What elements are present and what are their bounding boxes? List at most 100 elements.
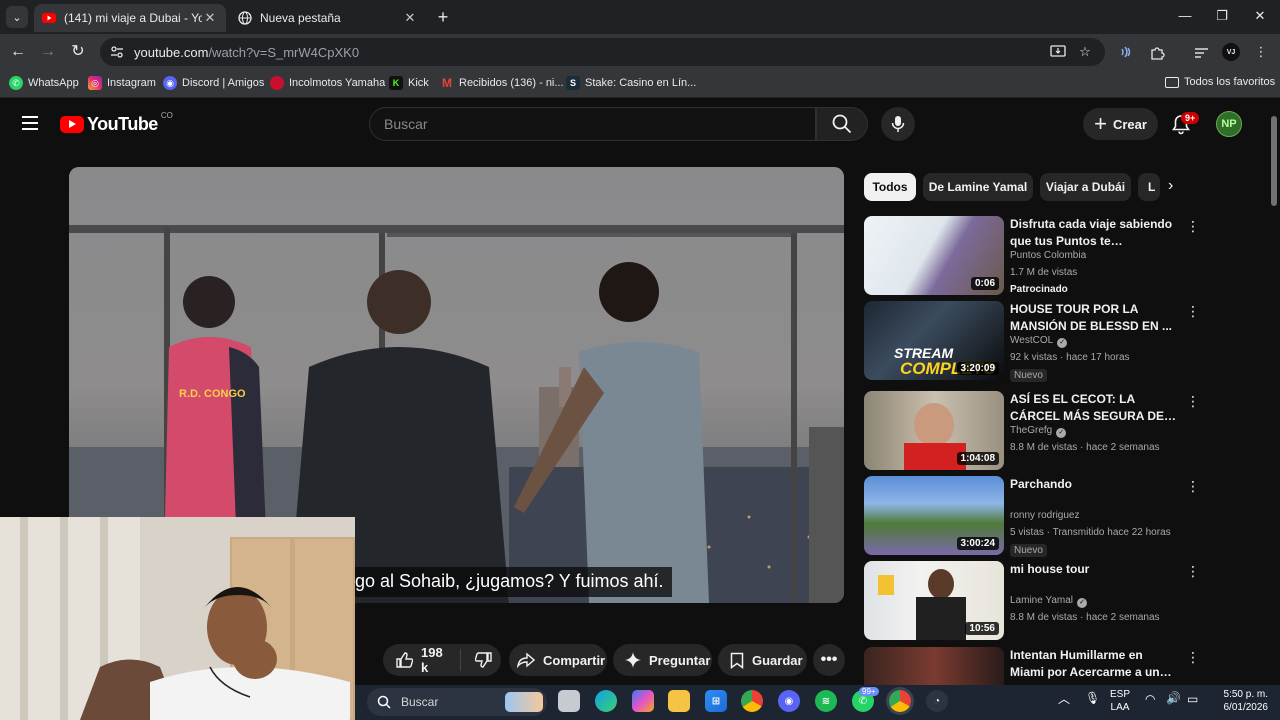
share-button[interactable]: Compartir — [509, 644, 607, 676]
bookmark-icon — [730, 652, 744, 669]
taskbar-search[interactable]: Buscar — [367, 688, 547, 716]
chip-all[interactable]: Todos — [864, 173, 916, 201]
video-thumbnail[interactable] — [864, 647, 1004, 685]
recommendation-item[interactable]: 0:06 Disfruta cada viaje sabiendo que tu… — [864, 216, 1268, 296]
video-thumbnail[interactable]: 0:06 — [864, 216, 1004, 295]
video-thumbnail[interactable]: STREAM COMPLETO 3:20:09 — [864, 301, 1004, 380]
video-title[interactable]: mi house tour — [1010, 561, 1180, 578]
tray-overflow-chevron-icon[interactable]: ︿ — [1058, 693, 1070, 706]
kebab-menu-icon[interactable]: ⋮ — [1186, 218, 1200, 234]
recommendation-item[interactable]: Intentan Humillarme en Miami por Acercar… — [864, 647, 1268, 685]
dislike-icon[interactable] — [475, 651, 493, 669]
recommendation-item[interactable]: STREAM COMPLETO 3:20:09 HOUSE TOUR POR L… — [864, 301, 1268, 382]
account-avatar[interactable]: NP — [1216, 111, 1242, 137]
wifi-icon[interactable]: ◠ — [1145, 693, 1155, 706]
channel-name[interactable]: Lamine Yamal ✓ — [1010, 595, 1087, 608]
channel-name[interactable]: TheGrefg ✓ — [1010, 425, 1067, 438]
tab-close-icon[interactable]: ✕ — [402, 10, 418, 26]
install-app-icon[interactable] — [1049, 43, 1067, 61]
chrome-active-icon[interactable] — [889, 690, 911, 712]
close-window-icon[interactable]: ✕ — [1250, 8, 1270, 24]
recommendation-item[interactable]: 3:00:24 Parchando ronny rodriguez 5 vist… — [864, 476, 1268, 557]
folder-icon — [1165, 76, 1179, 88]
task-view-icon[interactable] — [558, 690, 580, 712]
tab-search-button[interactable]: ⌄ — [6, 6, 28, 28]
bookmark-kick[interactable]: K Kick — [389, 76, 429, 90]
chip-viajar-dubai[interactable]: Viajar a Dubái — [1040, 173, 1131, 201]
tab-close-icon[interactable]: ✕ — [202, 10, 218, 26]
microphone-tray-icon[interactable]: 🎙 — [1085, 692, 1100, 705]
tab-youtube[interactable]: (141) mi viaje a Dubai - YouTube ✕ — [34, 4, 226, 32]
chip-more[interactable]: L — [1138, 173, 1160, 201]
volume-icon[interactable]: 🔊 — [1166, 692, 1181, 705]
bookmark-gmail[interactable]: M Recibidos (136) - ni... — [440, 76, 564, 90]
bookmark-instagram[interactable]: ◎ Instagram — [88, 76, 156, 90]
thumbnail-trophy — [878, 575, 894, 595]
video-title[interactable]: Disfruta cada viaje sabiendo que tus Pun… — [1010, 216, 1180, 250]
back-icon[interactable]: ← — [8, 42, 28, 62]
all-bookmarks-folder[interactable]: Todos los favoritos — [1165, 76, 1275, 88]
search-button[interactable] — [816, 107, 868, 141]
like-count[interactable]: 198 k — [421, 645, 450, 675]
forward-icon[interactable]: → — [38, 42, 58, 62]
new-tab-button[interactable]: + — [434, 8, 452, 26]
create-button[interactable]: + Crear — [1083, 108, 1158, 140]
chip-lamine-yamal[interactable]: De Lamine Yamal — [923, 173, 1033, 201]
menu-hamburger-icon[interactable] — [22, 116, 38, 130]
channel-name[interactable]: WestCOL ✓ — [1010, 335, 1068, 348]
like-icon[interactable] — [395, 651, 413, 669]
chips-next-chevron-icon[interactable]: › — [1168, 177, 1173, 195]
copilot-icon[interactable] — [632, 690, 654, 712]
edge-icon[interactable] — [595, 690, 617, 712]
kebab-menu-icon[interactable]: ⋮ — [1186, 303, 1200, 319]
bookmark-stake[interactable]: S Stake: Casino en Lín... — [566, 76, 696, 90]
battery-icon[interactable]: ▭ — [1187, 693, 1198, 706]
obs-icon[interactable]: ◔ — [926, 690, 948, 712]
chrome-icon[interactable] — [741, 690, 763, 712]
profile-avatar[interactable]: VJ — [1222, 43, 1240, 61]
reload-icon[interactable]: ↻ — [68, 42, 88, 62]
channel-name[interactable]: ronny rodriguez — [1010, 510, 1079, 521]
bookmark-incolmotos[interactable]: Incolmotos Yamaha — [270, 76, 385, 90]
video-thumbnail[interactable]: 3:00:24 — [864, 476, 1004, 555]
video-title[interactable]: Intentan Humillarme en Miami por Acercar… — [1010, 647, 1180, 681]
restore-icon[interactable]: ❐ — [1212, 8, 1232, 24]
bookmark-whatsapp[interactable]: ✆ WhatsApp — [9, 76, 79, 90]
youtube-logo[interactable]: YouTube CO — [60, 111, 173, 135]
voice-search-button[interactable] — [881, 107, 915, 141]
clock[interactable]: 5:50 p. m. 6/01/2026 — [1213, 688, 1269, 714]
spotify-icon[interactable]: ≋ — [815, 690, 837, 712]
minimize-icon[interactable]: — — [1175, 8, 1195, 23]
extension-audio-icon[interactable] — [1117, 43, 1135, 61]
recommendation-item[interactable]: 10:56 mi house tour Lamine Yamal ✓ 8.8 M … — [864, 561, 1268, 641]
file-explorer-icon[interactable] — [668, 690, 690, 712]
video-thumbnail[interactable]: 1:04:08 — [864, 391, 1004, 470]
extensions-puzzle-icon[interactable] — [1148, 43, 1166, 61]
video-title[interactable]: Parchando — [1010, 476, 1180, 493]
tab-new[interactable]: Nueva pestaña ✕ — [230, 4, 426, 32]
bookmark-discord[interactable]: ◉ Discord | Amigos — [163, 76, 264, 90]
save-button[interactable]: Guardar — [718, 644, 807, 676]
address-bar[interactable]: youtube.com/watch?v=S_mrW4CpXK0 — [100, 38, 1105, 66]
ask-button[interactable]: Preguntar — [613, 644, 712, 676]
bookmark-star-icon[interactable]: ☆ — [1076, 43, 1094, 61]
video-title[interactable]: ASÍ ES EL CECOT: LA CÁRCEL MÁS SEGURA DE… — [1010, 391, 1180, 425]
more-actions-icon[interactable]: ••• — [813, 644, 845, 676]
kebab-menu-icon[interactable]: ⋮ — [1186, 393, 1200, 409]
video-title[interactable]: HOUSE TOUR POR LA MANSIÓN DE BLESSD EN .… — [1010, 301, 1180, 335]
tab-title: (141) mi viaje a Dubai - YouTube — [64, 11, 202, 25]
language-indicator[interactable]: ESP LAA — [1110, 688, 1130, 714]
discord-icon[interactable]: ◉ — [778, 690, 800, 712]
page-scrollbar-thumb[interactable] — [1271, 116, 1277, 206]
video-thumbnail[interactable]: 10:56 — [864, 561, 1004, 640]
channel-name[interactable]: Puntos Colombia — [1010, 250, 1086, 261]
recommendation-item[interactable]: 1:04:08 ASÍ ES EL CECOT: LA CÁRCEL MÁS S… — [864, 391, 1268, 471]
kebab-menu-icon[interactable]: ⋮ — [1186, 649, 1200, 665]
search-input[interactable]: Buscar — [369, 107, 816, 141]
reading-list-icon[interactable] — [1192, 43, 1210, 61]
browser-menu-icon[interactable]: ⋮ — [1252, 43, 1270, 61]
kebab-menu-icon[interactable]: ⋮ — [1186, 478, 1200, 494]
microsoft-store-icon[interactable]: ⊞ — [705, 690, 727, 712]
kebab-menu-icon[interactable]: ⋮ — [1186, 563, 1200, 579]
site-info-icon[interactable] — [110, 45, 124, 59]
